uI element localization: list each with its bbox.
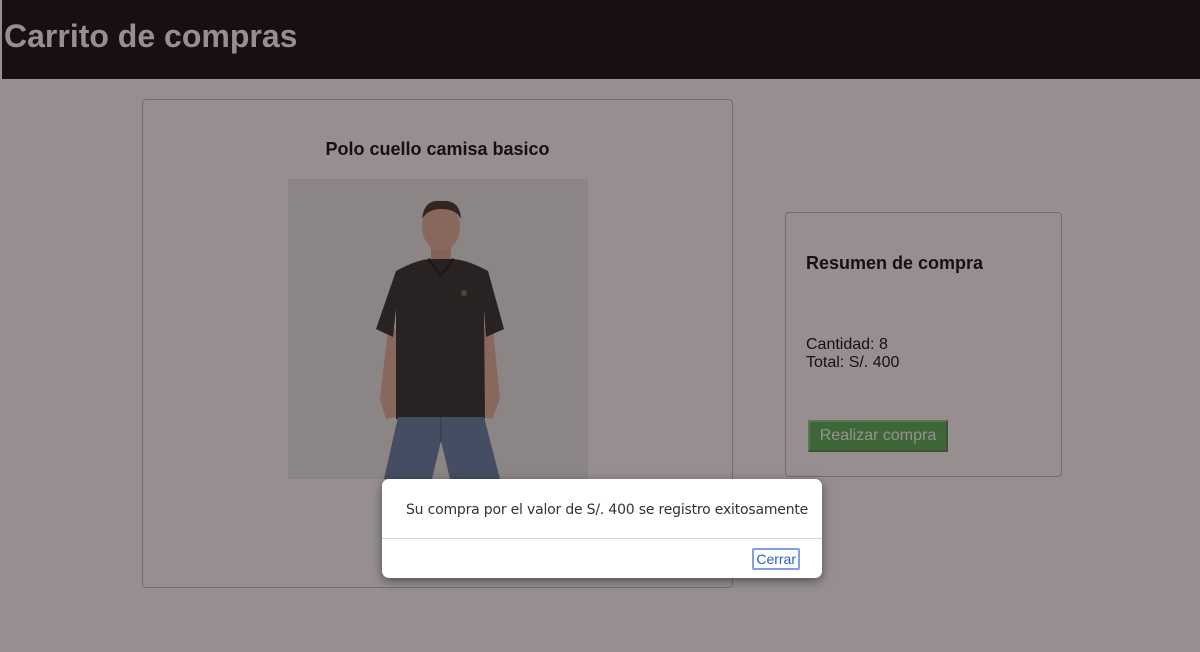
dialog-close-button[interactable]: Cerrar: [752, 548, 800, 570]
dialog-message: Su compra por el valor de S/. 400 se reg…: [406, 502, 809, 518]
dialog-divider: [382, 538, 822, 539]
alert-dialog: Su compra por el valor de S/. 400 se reg…: [382, 479, 822, 578]
